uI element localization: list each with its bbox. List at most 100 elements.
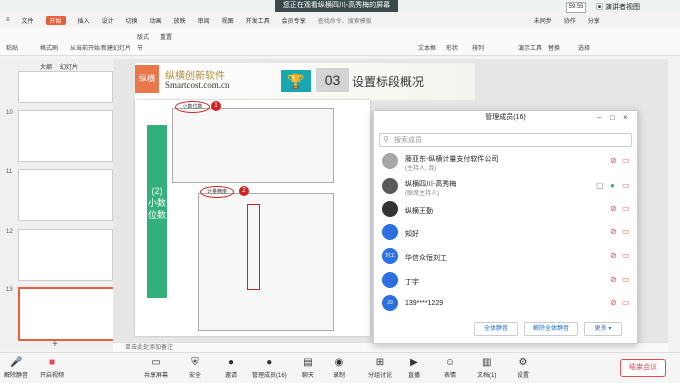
mic-muted-icon[interactable]: ⊘ xyxy=(610,156,618,166)
minimize-icon[interactable]: – xyxy=(597,113,601,122)
member-row[interactable]: 知好 ⊘ ▭ xyxy=(374,223,637,243)
reactions-button[interactable]: ☺ 表情 xyxy=(444,357,456,379)
slide-thumbnail[interactable] xyxy=(18,110,113,162)
chat-label: 聊天 xyxy=(302,373,315,379)
menu-design[interactable]: 设计 xyxy=(102,16,114,25)
camera-icon: ■ xyxy=(48,357,56,368)
share-screen-label: 共享屏幕 xyxy=(144,373,169,379)
avatar xyxy=(382,272,398,288)
menu-unsynced[interactable]: 未同步 xyxy=(534,16,552,25)
mic-muted-icon[interactable]: ⊘ xyxy=(610,204,618,214)
replace-button[interactable]: 替换 xyxy=(548,43,560,52)
member-role: (联席主持人) xyxy=(405,191,439,197)
textbox-button[interactable]: 文本框 xyxy=(418,43,436,52)
invite-icon: ● xyxy=(227,357,235,368)
slide-thumbnail[interactable] xyxy=(18,229,113,281)
member-row[interactable]: 刘工 华信众恒刘工 ⊘ ▭ xyxy=(374,247,637,267)
camera-off-icon[interactable]: ▭ xyxy=(622,251,632,261)
menu-transition[interactable]: 切换 xyxy=(126,16,138,25)
menu-member[interactable]: 会员专享 xyxy=(282,16,306,25)
member-row[interactable]: 丁宇 ⊘ ▭ xyxy=(374,271,637,291)
camera-off-icon[interactable]: ▭ xyxy=(622,156,632,166)
manage-members-panel: 管理成员(16) – □ × 搜索成员 ⚲ 藤亚东-纵横计量支付软件公司 (主持… xyxy=(373,110,638,344)
invite-button[interactable]: ● 邀请 xyxy=(225,357,237,379)
section-button[interactable]: 节 xyxy=(137,43,143,52)
search-icon: ⚲ xyxy=(383,135,389,144)
more-button[interactable]: 更多 ▾ xyxy=(584,322,622,336)
screenshot-decimal-settings xyxy=(172,108,334,183)
mic-icon: 🎤 xyxy=(10,357,23,368)
add-slide-icon[interactable]: + xyxy=(52,339,58,350)
unmute-all-button[interactable]: 解除全体静音 xyxy=(524,322,578,336)
camera-off-icon[interactable]: ▭ xyxy=(622,204,632,214)
avatar xyxy=(382,153,398,169)
layout-button[interactable]: 版式 xyxy=(137,32,149,41)
reset-button[interactable]: 重置 xyxy=(160,32,172,41)
slide-thumbnail[interactable] xyxy=(18,71,113,103)
menu-share[interactable]: 分享 xyxy=(588,16,600,25)
avatar: 刘工 xyxy=(382,248,398,264)
breakout-button[interactable]: ⊞ 分组讨论 xyxy=(368,357,392,379)
camera-off-icon[interactable]: ▭ xyxy=(622,275,632,285)
mic-muted-icon[interactable]: ⊘ xyxy=(610,251,618,261)
camera-off-icon[interactable]: ▭ xyxy=(622,181,632,191)
meeting-timer: 59:55 xyxy=(566,2,586,13)
tab-outline[interactable]: 大纲 xyxy=(40,62,52,71)
menu-slideshow[interactable]: 放映 xyxy=(174,16,186,25)
live-button[interactable]: ▶ 直播 xyxy=(408,357,420,379)
format-painter-button[interactable]: 格式刷 xyxy=(40,43,58,52)
manage-members-button[interactable]: ● 管理成员(16) xyxy=(252,357,287,379)
start-video-button[interactable]: ■ 开启视频 xyxy=(40,357,64,379)
share-screen-button[interactable]: ▭ 共享屏幕 xyxy=(144,357,168,379)
member-row[interactable]: 纵横王勤 ⊘ ▭ xyxy=(374,200,637,220)
breakout-icon: ⊞ xyxy=(375,357,385,368)
mic-muted-icon[interactable]: ⊘ xyxy=(610,298,618,308)
mic-active-icon[interactable]: ● xyxy=(610,181,618,191)
menu-icon[interactable]: ≡ xyxy=(6,17,10,23)
menu-review[interactable]: 审阅 xyxy=(198,16,210,25)
slide-thumbnail-selected[interactable] xyxy=(18,287,115,341)
step-badge: 1 xyxy=(211,101,221,111)
menu-file[interactable]: 文件 xyxy=(22,16,34,25)
menu-home[interactable]: 开始 xyxy=(45,15,66,25)
slide-thumbnail[interactable] xyxy=(18,169,113,221)
slide-number: 11 xyxy=(6,169,13,175)
mic-muted-icon[interactable]: ⊘ xyxy=(610,227,618,237)
menu-insert[interactable]: 插入 xyxy=(78,16,90,25)
unmute-label: 解除静音 xyxy=(4,373,29,379)
mute-all-button[interactable]: 全体静音 xyxy=(474,322,518,336)
avatar: 29 xyxy=(382,295,398,311)
member-row[interactable]: 纵横四川-高秀梅 (联席主持人) ▢ ● ▭ xyxy=(374,177,637,197)
chat-button[interactable]: ▤ 聊天 xyxy=(302,357,314,379)
camera-off-icon[interactable]: ▭ xyxy=(622,298,632,308)
arrange-button[interactable]: 排列 xyxy=(472,43,484,52)
security-button[interactable]: ⛨ 安全 xyxy=(189,357,201,379)
slide-number: 10 xyxy=(6,110,13,116)
end-meeting-button[interactable]: 结束会议 xyxy=(620,359,666,377)
mic-muted-icon[interactable]: ⊘ xyxy=(610,275,618,285)
unmute-button[interactable]: 🎤 解除静音 xyxy=(4,357,28,379)
menu-view[interactable]: 视图 xyxy=(222,16,234,25)
member-row[interactable]: 藤亚东-纵横计量支付软件公司 (主持人, 我) ⊘ ▭ xyxy=(374,152,637,172)
new-slide-button[interactable]: 新建幻灯片 xyxy=(101,43,131,52)
paste-button[interactable]: 粘贴 xyxy=(6,43,18,52)
avatar xyxy=(382,178,398,194)
shape-button[interactable]: 形状 xyxy=(446,43,458,52)
menu-developer[interactable]: 开发工具 xyxy=(246,16,270,25)
documents-button[interactable]: ▥ 文档(1) xyxy=(477,357,496,379)
play-from-current-button[interactable]: 从当前开始 xyxy=(70,43,100,52)
member-row[interactable]: 29 139****1229 ⊘ ▭ xyxy=(374,294,637,314)
select-button[interactable]: 选择 xyxy=(578,43,590,52)
member-search-input[interactable]: 搜索成员 xyxy=(379,133,632,147)
maximize-icon[interactable]: □ xyxy=(610,113,615,122)
live-icon: ▶ xyxy=(410,357,418,368)
menu-collab[interactable]: 协作 xyxy=(564,16,576,25)
settings-button[interactable]: ⚙ 设置 xyxy=(517,357,529,379)
close-icon[interactable]: × xyxy=(623,113,628,122)
presenter-view-button[interactable]: ▣ 演讲者视图 xyxy=(596,2,640,12)
record-button[interactable]: ◉ 录制 xyxy=(333,357,345,379)
presentation-tools-button[interactable]: 演示工具 xyxy=(518,43,542,52)
menu-animation[interactable]: 动画 xyxy=(150,16,162,25)
command-search[interactable]: 查找命令、搜索模板 xyxy=(318,16,372,25)
camera-off-icon[interactable]: ▭ xyxy=(622,227,632,237)
